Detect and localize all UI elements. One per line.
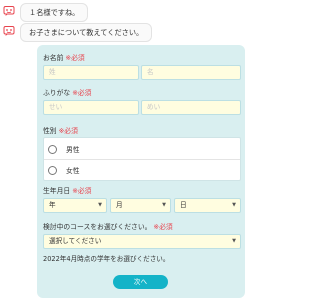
radio-divider xyxy=(44,159,240,160)
last-name-kana-input[interactable]: せい xyxy=(43,100,139,115)
radio-circle-icon[interactable] xyxy=(48,165,57,175)
course-select[interactable]: 選択してください ▼ xyxy=(43,234,241,249)
gender-radio-group: 男性 女性 xyxy=(43,137,241,181)
bot-message-1: １名様ですね。 xyxy=(3,3,89,22)
required-mark: ※必須 xyxy=(72,89,92,97)
bot-message-text: お子さまについて教えてください。 xyxy=(20,23,153,42)
chevron-down-icon: ▼ xyxy=(162,202,166,208)
kana-label: ふりがな ※必須 xyxy=(43,89,92,97)
gender-option-male[interactable]: 男性 xyxy=(48,144,80,154)
bot-message-2: お子さまについて教えてください。 xyxy=(3,23,153,42)
birthday-label: 生年月日 ※必須 xyxy=(43,187,92,195)
chevron-down-icon: ▼ xyxy=(98,202,102,208)
birth-month-select[interactable]: 月 ▼ xyxy=(110,198,171,213)
name-label: お名前 ※必須 xyxy=(43,54,85,62)
required-mark: ※必須 xyxy=(65,54,85,62)
gender-option-female[interactable]: 女性 xyxy=(48,165,80,175)
next-button[interactable]: 次へ xyxy=(113,275,168,289)
bot-message-text: １名様ですね。 xyxy=(20,3,89,22)
radio-circle-icon[interactable] xyxy=(48,144,57,154)
birth-day-select[interactable]: 日 ▼ xyxy=(174,198,241,213)
chevron-down-icon: ▼ xyxy=(232,202,236,208)
child-info-form: お名前 ※必須 姓 名 ふりがな ※必須 せい めい 性別 ※必須 男性 女性 生年月… xyxy=(37,45,245,298)
required-mark: ※必須 xyxy=(72,187,92,195)
bot-avatar-icon xyxy=(3,6,15,16)
grade-note: 2022年4月時点の学年をお選びください。 xyxy=(43,255,170,263)
course-label: 検討中のコースをお選びください。 ※必須 xyxy=(43,223,173,231)
birth-year-select[interactable]: 年 ▼ xyxy=(43,198,107,213)
bot-avatar-icon xyxy=(3,26,15,36)
first-name-input[interactable]: 名 xyxy=(141,65,241,80)
first-name-kana-input[interactable]: めい xyxy=(141,100,241,115)
required-mark: ※必須 xyxy=(58,127,78,135)
required-mark: ※必須 xyxy=(153,223,173,231)
gender-label: 性別 ※必須 xyxy=(43,127,78,135)
chevron-down-icon: ▼ xyxy=(232,238,236,244)
last-name-input[interactable]: 姓 xyxy=(43,65,139,80)
